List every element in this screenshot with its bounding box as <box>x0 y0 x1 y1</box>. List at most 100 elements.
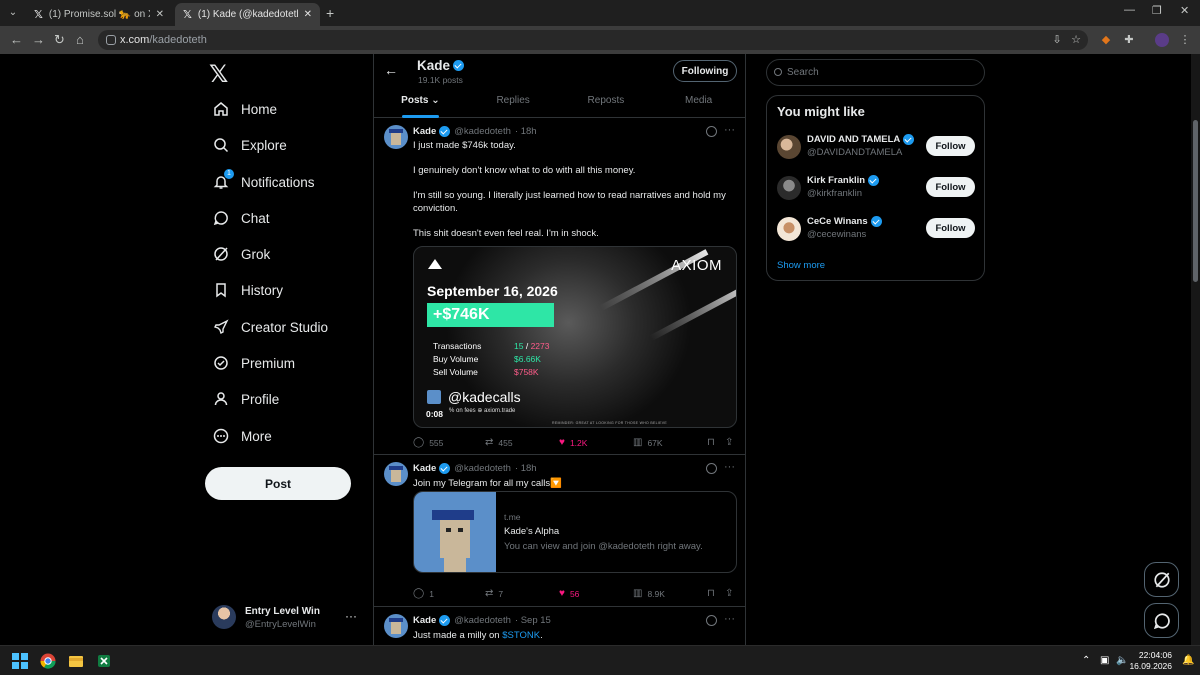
forward-arrow-icon[interactable]: → <box>32 32 45 47</box>
nav-item-notifications[interactable]: 1 Notifications <box>213 169 315 195</box>
bookmark-star-icon[interactable]: ☆ <box>1069 33 1083 47</box>
install-app-icon[interactable]: ⇩ <box>1050 33 1064 47</box>
follow-button[interactable]: Follow <box>926 218 975 238</box>
reply-action[interactable]: ◯ 1 <box>413 588 434 599</box>
suggestion-item[interactable]: Kirk Franklin @kirkfranklin Follow <box>777 173 977 203</box>
suggestion-item[interactable]: CeCe Winans @cecewinans Follow <box>777 214 977 244</box>
tweet-time[interactable]: · 18h <box>515 126 537 137</box>
tweet[interactable]: Kade @kadedoteth · 18h ··· I just made $… <box>374 119 745 455</box>
scrollbar-thumb[interactable] <box>1193 120 1198 282</box>
tweet-author-name[interactable]: Kade <box>413 463 436 474</box>
grok-fab-button[interactable] <box>1144 562 1179 597</box>
taskbar-clock[interactable]: 22:04:06 16.09.2026 <box>1129 650 1172 672</box>
grok-icon[interactable] <box>706 126 717 137</box>
tweet[interactable]: Kade @kadedoteth · Sep 15 ··· Just made … <box>374 608 745 645</box>
tab-replies[interactable]: Replies <box>467 92 560 118</box>
avatar[interactable] <box>384 614 408 638</box>
tweet-time[interactable]: · 18h <box>515 463 537 474</box>
avatar[interactable] <box>777 135 801 159</box>
more-options-icon[interactable]: ··· <box>724 124 735 136</box>
nav-item-explore[interactable]: Explore <box>213 132 287 158</box>
network-icon[interactable]: ▣ <box>1100 655 1109 666</box>
extensions-puzzle-icon[interactable]: ✚ <box>1122 33 1136 47</box>
grok-icon[interactable] <box>706 615 717 626</box>
reload-icon[interactable]: ↻ <box>54 32 65 48</box>
window-close-icon[interactable]: ✕ <box>1180 4 1189 17</box>
show-more-link[interactable]: Show more <box>777 260 825 271</box>
site-info-icon[interactable] <box>106 35 116 45</box>
repost-action[interactable]: ⇄ 455 <box>485 437 513 448</box>
tweet-time[interactable]: · Sep 15 <box>515 615 551 626</box>
nav-item-more[interactable]: More <box>213 423 272 449</box>
tab-media[interactable]: Media <box>652 92 745 118</box>
nav-item-grok[interactable]: Grok <box>213 241 270 267</box>
post-button[interactable]: Post <box>205 467 351 500</box>
views-action[interactable]: ▥ 67K <box>633 437 663 448</box>
tab-search-chevron-icon[interactable]: ⌄ <box>6 6 20 20</box>
search-input[interactable]: Search <box>766 59 985 86</box>
more-options-icon[interactable]: ··· <box>724 461 735 473</box>
follow-button[interactable]: Follow <box>926 177 975 197</box>
nav-item-premium[interactable]: Premium <box>213 350 295 376</box>
avatar[interactable] <box>384 462 408 486</box>
excel-icon[interactable] <box>96 653 112 669</box>
new-tab-icon[interactable]: + <box>326 5 334 21</box>
suggestion-item[interactable]: DAVID AND TAMELA @DAVIDANDTAMELA Follow <box>777 132 977 162</box>
tweet-author-name[interactable]: Kade <box>413 615 436 626</box>
grok-icon[interactable] <box>706 463 717 474</box>
x-logo-icon[interactable]: 𝕏 <box>209 60 228 89</box>
close-icon[interactable]: ✕ <box>304 9 312 20</box>
nav-item-chat[interactable]: Chat <box>213 205 270 231</box>
tweet-handle[interactable]: @kadedoteth <box>454 615 511 626</box>
bookmark-action[interactable]: ⊓ <box>707 588 720 599</box>
share-action[interactable]: ⇪ <box>725 437 738 448</box>
tweet[interactable]: Kade @kadedoteth · 18h ··· Join my Teleg… <box>374 456 745 607</box>
like-action[interactable]: ♥ 56 <box>559 588 579 599</box>
home-page-icon[interactable]: ⌂ <box>76 32 84 47</box>
tray-chevron-up-icon[interactable]: ⌃ <box>1082 655 1090 666</box>
nav-item-home[interactable]: Home <box>213 96 277 122</box>
repost-action[interactable]: ⇄ 7 <box>485 588 503 599</box>
windows-start-icon[interactable] <box>12 653 28 669</box>
page-scrollbar[interactable] <box>1191 54 1200 645</box>
like-action[interactable]: ♥ 1.2K <box>559 437 587 448</box>
chat-fab-button[interactable] <box>1144 603 1179 638</box>
minimize-icon[interactable]: — <box>1124 4 1135 16</box>
file-explorer-icon[interactable] <box>68 653 84 669</box>
bookmark-action[interactable]: ⊓ <box>707 437 720 448</box>
avatar[interactable] <box>384 125 408 149</box>
account-switcher[interactable]: Entry Level Win @EntryLevelWin ··· <box>212 603 362 633</box>
close-icon[interactable]: ✕ <box>156 9 164 20</box>
nav-item-history[interactable]: History <box>213 277 283 303</box>
cashtag-link[interactable]: $STONK <box>502 630 540 641</box>
link-card[interactable]: t.me Kade's Alpha You can view and join … <box>413 491 737 573</box>
following-button[interactable]: Following <box>673 60 737 82</box>
account-more-icon[interactable]: ··· <box>345 609 357 623</box>
more-options-icon[interactable]: ··· <box>724 613 735 625</box>
reply-action[interactable]: ◯ 555 <box>413 437 443 448</box>
pnl-card-image[interactable]: AXIOM September 16, 2026 +$746K Transact… <box>413 246 737 428</box>
tab-posts[interactable]: Posts ⌄ <box>374 92 467 118</box>
notification-center-icon[interactable]: 🔔 <box>1182 655 1194 666</box>
avatar[interactable] <box>777 217 801 241</box>
address-bar[interactable]: x.com/kadedoteth <box>98 30 1088 50</box>
volume-icon[interactable]: 🔈 <box>1116 655 1128 666</box>
tab-reposts[interactable]: Reposts <box>560 92 653 118</box>
chrome-icon[interactable] <box>40 653 56 669</box>
back-arrow-icon[interactable]: ← <box>10 32 23 47</box>
views-action[interactable]: ▥ 8.9K <box>633 588 665 599</box>
browser-menu-icon[interactable]: ⋮ <box>1178 33 1192 47</box>
tweet-author-name[interactable]: Kade <box>413 126 436 137</box>
back-arrow-icon[interactable]: ← <box>384 62 398 78</box>
share-action[interactable]: ⇪ <box>725 588 738 599</box>
profile-avatar-icon[interactable] <box>1155 33 1169 47</box>
avatar[interactable] <box>777 176 801 200</box>
tweet-handle[interactable]: @kadedoteth <box>454 463 511 474</box>
follow-button[interactable]: Follow <box>926 136 975 156</box>
metamask-extension-icon[interactable]: ◆ <box>1099 33 1113 47</box>
nav-item-creator-studio[interactable]: Creator Studio <box>213 314 328 340</box>
browser-tab-2[interactable]: 𝕏 (1) Kade (@kadedoteth) / X ✕ <box>175 3 320 26</box>
restore-icon[interactable]: ❐ <box>1152 4 1162 17</box>
browser-tab-1[interactable]: 𝕏 (1) Promise.sol 🐆 on X: "$50 to ✕ <box>26 3 172 26</box>
tweet-handle[interactable]: @kadedoteth <box>454 126 511 137</box>
